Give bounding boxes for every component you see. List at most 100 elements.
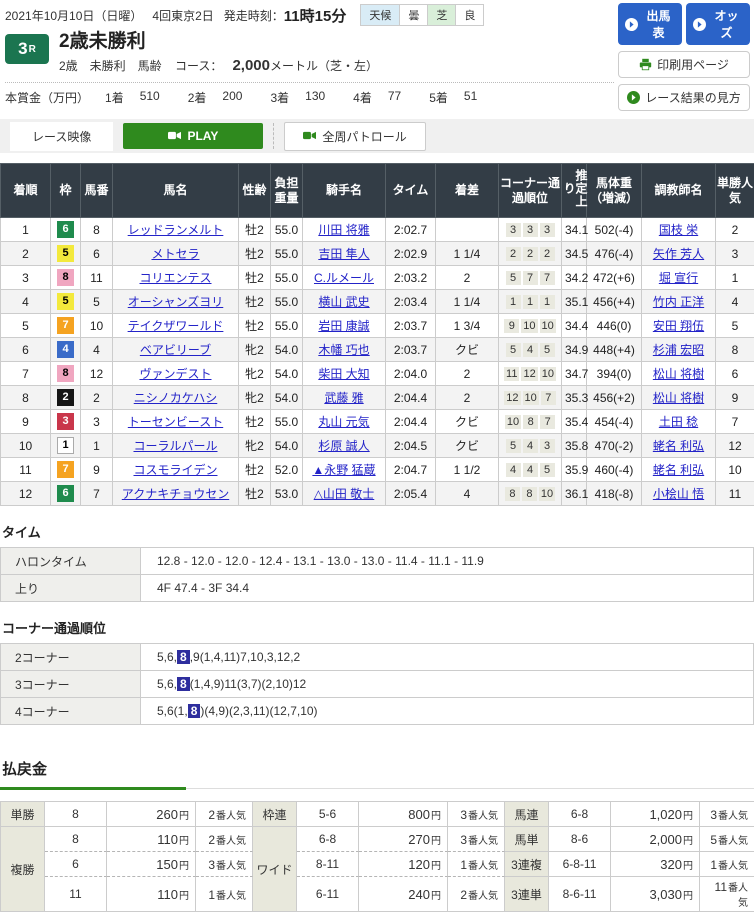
payout-amount: 2,000	[649, 832, 682, 847]
horse-name-link[interactable]: トーセンビースト	[128, 415, 223, 429]
trainer-link[interactable]: 矢作 芳人	[653, 247, 704, 261]
jockey-link[interactable]: 武藤 雅	[324, 391, 363, 405]
trainer-link[interactable]: 杉浦 宏昭	[653, 343, 704, 357]
trainer-link[interactable]: 蛯名 利弘	[653, 463, 704, 477]
race-video-tab[interactable]: レース映像	[10, 122, 113, 151]
horse-name-link[interactable]: ベアビリーブ	[140, 343, 211, 357]
body-weight: 456(+2)	[587, 386, 642, 410]
page-header: 2021年10月10日（日曜） 4回東京2日 発走時刻： 11時15分 天候 曇…	[0, 0, 754, 111]
horse-name-link[interactable]: オーシャンズヨリ	[128, 295, 224, 309]
frame-cell: 6	[51, 218, 81, 242]
col-horse-number: 馬番	[81, 164, 113, 218]
payout-amount-cell: 240円	[359, 877, 448, 912]
horse-name-link[interactable]: テイクザワールド	[128, 319, 224, 333]
trainer-link[interactable]: 小桧山 悟	[653, 487, 704, 501]
payout-amount: 110	[157, 887, 178, 902]
horse-name-link[interactable]: ヴァンデスト	[139, 367, 211, 381]
patrol-video-button-label: 全周パトロール	[322, 128, 406, 145]
entries-button[interactable]: 出馬表	[618, 3, 682, 45]
corner-position-chip: 1	[523, 295, 538, 309]
margin: 2	[436, 386, 499, 410]
trainer-link[interactable]: 松山 将樹	[653, 367, 704, 381]
print-page-button[interactable]: 印刷用ページ	[618, 51, 750, 78]
horse-name-link[interactable]: ニシノカケハシ	[134, 391, 218, 405]
chevron-circle-icon	[693, 18, 706, 31]
prize-amount: 200	[222, 89, 242, 106]
win-favorite: 2	[716, 218, 754, 242]
trainer-link[interactable]: 松山 将樹	[653, 391, 704, 405]
trainer-link-cell: 安田 翔伍	[642, 314, 716, 338]
race-title-block: 3 R 2歳未勝利 2歳 未勝利 馬齢 コース：2,000メートル（芝・左）	[5, 32, 614, 74]
payout-combination: 5-6	[297, 802, 359, 827]
horse-number: 3	[81, 410, 113, 434]
horse-name-link[interactable]: アクナキチョウセン	[122, 487, 229, 501]
trainer-link[interactable]: 安田 翔伍	[653, 319, 704, 333]
horse-name-link-cell: ヴァンデスト	[113, 362, 239, 386]
horse-name-link-cell: メトセラ	[113, 242, 239, 266]
col-estimated-last3f-label: 推定上り	[563, 165, 587, 212]
jockey-link[interactable]: 横山 武史	[318, 295, 369, 309]
jockey-link[interactable]: C.ルメール	[314, 271, 374, 285]
frame-cell: 6	[51, 482, 81, 506]
payout-favorite-cell: 3番人気	[196, 852, 253, 877]
jockey-link-cell: 吉田 隼人	[303, 242, 386, 266]
jockey-link[interactable]: 杉原 誠人	[318, 439, 369, 453]
horse-number: 8	[81, 218, 113, 242]
jockey-link[interactable]: 吉田 隼人	[318, 247, 369, 261]
trainer-link[interactable]: 竹内 正洋	[653, 295, 704, 309]
horse-name-link[interactable]: コーラルパール	[133, 439, 217, 453]
sex-age: 牝2	[239, 434, 271, 458]
yen-suffix: 円	[431, 811, 441, 822]
yen-suffix: 円	[683, 836, 693, 847]
yen-suffix: 円	[179, 891, 189, 902]
play-button[interactable]: PLAY	[123, 123, 263, 149]
jockey-link[interactable]: ▲永野 猛蔵	[312, 463, 375, 477]
odds-button[interactable]: オッズ	[686, 3, 750, 45]
trainer-link[interactable]: 蛯名 利弘	[653, 439, 704, 453]
corner-position-chip: 5	[506, 343, 521, 357]
horse-name-link[interactable]: コリエンテス	[139, 271, 211, 285]
horse-name-link[interactable]: メトセラ	[151, 247, 199, 261]
frame-badge: 5	[57, 245, 74, 262]
race-conditions: 2歳 未勝利 馬齢	[59, 59, 162, 73]
col-margin: 着差	[436, 164, 499, 218]
furlong-time-label: ハロンタイム	[1, 548, 141, 575]
jockey-link[interactable]: 岩田 康誠	[318, 319, 369, 333]
trainer-link[interactable]: 国枝 栄	[659, 223, 698, 237]
corner-position-chip: 7	[541, 391, 556, 405]
favorite-rank: 1	[460, 858, 467, 872]
favorite-suffix: 番人気	[718, 811, 748, 822]
corner-section-title: コーナー通過順位	[2, 618, 754, 637]
corner-order-value: 5,6(1,8)(4,9)(2,3,11)(12,7,10)	[141, 698, 754, 725]
jockey-link[interactable]: 木幡 巧也	[318, 343, 369, 357]
horse-name-link[interactable]: コスモライデン	[133, 463, 217, 477]
corner-position-chip: 8	[523, 415, 538, 429]
corner-position-chip: 2	[540, 247, 555, 261]
jockey-link[interactable]: 丸山 元気	[318, 415, 369, 429]
payout-amount-cell: 800円	[359, 802, 448, 827]
win-favorite: 12	[716, 434, 754, 458]
trainer-link[interactable]: 堀 宣行	[659, 271, 698, 285]
payout-favorite-cell: 3番人気	[700, 802, 754, 827]
finish-position: 5	[1, 314, 51, 338]
horse-name-link[interactable]: レッドランメルト	[128, 223, 224, 237]
carried-weight: 54.0	[271, 338, 303, 362]
carried-weight: 54.0	[271, 386, 303, 410]
col-horse-name: 馬名	[113, 164, 239, 218]
jockey-link[interactable]: △山田 敬士	[314, 487, 375, 501]
finish-time: 2:02.7	[386, 218, 436, 242]
corner-positions-cell: 1087	[499, 410, 562, 434]
patrol-video-button[interactable]: 全周パトロール	[284, 122, 425, 151]
col-sex-age: 性齢	[239, 164, 271, 218]
payout-favorite-cell: 1番人気	[700, 852, 754, 877]
payout-combination: 8	[45, 827, 107, 852]
jockey-link[interactable]: 柴田 大知	[318, 367, 369, 381]
jockey-link[interactable]: 川田 将雅	[318, 223, 369, 237]
corner-position-chip: 4	[523, 343, 538, 357]
trainer-link[interactable]: 土田 稔	[659, 415, 698, 429]
horse-name-link-cell: オーシャンズヨリ	[113, 290, 239, 314]
bet-type-label: 3連単	[505, 877, 549, 912]
corner-order-label: 3コーナー	[1, 671, 141, 698]
finish-position: 11	[1, 458, 51, 482]
results-guide-button[interactable]: レース結果の見方	[618, 84, 750, 111]
